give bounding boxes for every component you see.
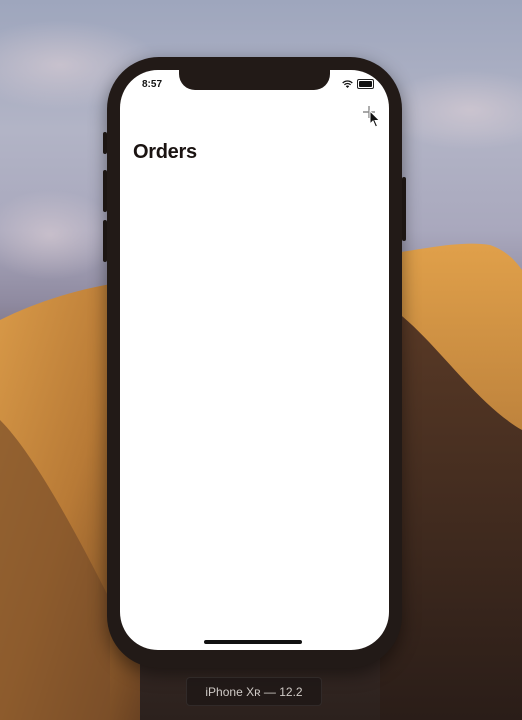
device-name: iPhone Xʀ — 12.2: [205, 684, 303, 699]
status-icons: [342, 79, 374, 89]
notch: [179, 70, 330, 90]
battery-icon: [357, 79, 374, 89]
wifi-icon: [342, 80, 353, 88]
status-time: 8:57: [142, 79, 163, 90]
simulator-device-label: iPhone Xʀ — 12.2: [186, 677, 322, 706]
volume-up-button: [103, 170, 107, 212]
power-button: [402, 177, 406, 241]
app-screen: 8:57 Orders: [120, 70, 389, 650]
mute-switch: [103, 132, 107, 154]
iphone-simulator-frame: 8:57 Orders: [103, 57, 406, 668]
mouse-cursor-icon: [369, 110, 381, 128]
volume-down-button: [103, 220, 107, 262]
home-indicator[interactable]: [204, 640, 302, 644]
orders-list[interactable]: [120, 170, 389, 630]
page-title: Orders: [133, 141, 197, 163]
